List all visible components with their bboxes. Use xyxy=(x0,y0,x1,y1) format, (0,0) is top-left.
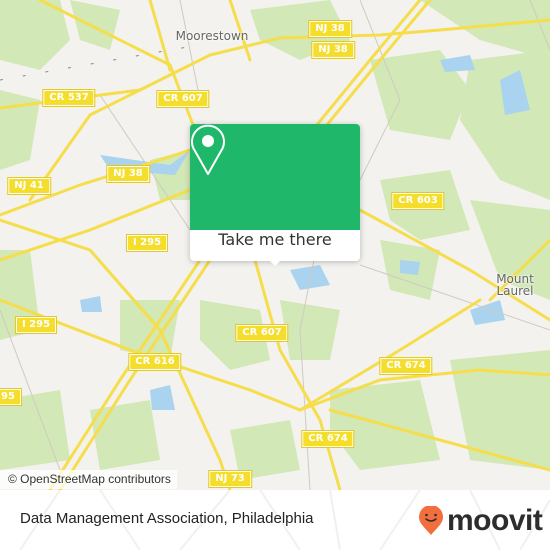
road-shield-cr616: CR 616 xyxy=(128,353,182,371)
map[interactable]: Moorestown Mount Laurel NJ 38 NJ 38 NJ 3… xyxy=(0,0,550,490)
moovit-pin-icon xyxy=(419,506,443,535)
road-shield-nj41: NJ 41 xyxy=(7,177,51,195)
road-shield-cr607: CR 607 xyxy=(156,90,210,108)
popup-pointer xyxy=(267,258,283,266)
location-pin-icon xyxy=(191,124,225,175)
place-name: Data Management Association, Philadelphi… xyxy=(20,510,314,527)
take-me-there-popup[interactable]: Take me there xyxy=(190,124,360,266)
moovit-wordmark: moovit xyxy=(447,504,543,537)
road-shield-nj38: NJ 38 xyxy=(311,41,355,59)
place-label-mount-laurel: Mount Laurel xyxy=(496,272,534,298)
road-shield-cr607: CR 607 xyxy=(235,324,289,342)
road-shield-cr603: CR 603 xyxy=(391,192,445,210)
popup-header[interactable] xyxy=(190,124,360,230)
road-shield-cr674: CR 674 xyxy=(301,430,355,448)
take-me-there-button[interactable]: Take me there xyxy=(190,230,360,261)
map-attribution[interactable]: © OpenStreetMap contributors xyxy=(0,470,177,489)
road-shield-cr674: CR 674 xyxy=(379,357,433,375)
road-shield-i295: 95 xyxy=(0,388,22,406)
road-shield-i295: I 295 xyxy=(14,316,58,334)
road-shield-i295: I 295 xyxy=(125,234,169,252)
moovit-logo[interactable]: moovit xyxy=(418,504,543,537)
road-shield-nj38: NJ 38 xyxy=(308,20,352,38)
place-label-moorestown: Moorestown xyxy=(175,29,249,43)
road-shield-cr537: CR 537 xyxy=(42,89,96,107)
road-shield-nj38: NJ 38 xyxy=(106,165,150,183)
road-shield-nj73: NJ 73 xyxy=(208,470,252,488)
